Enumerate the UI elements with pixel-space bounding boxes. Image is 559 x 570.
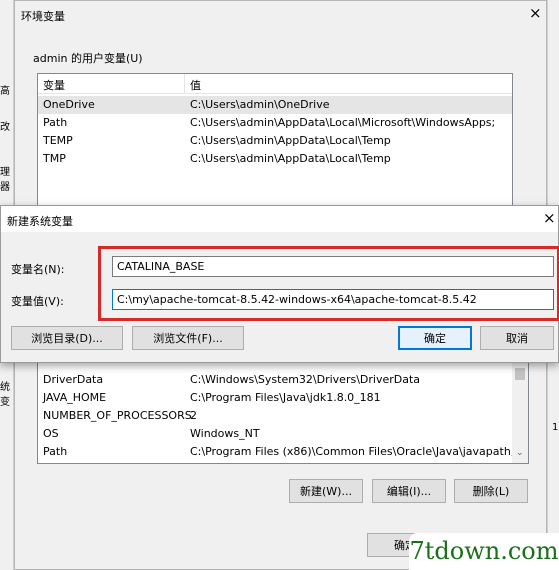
var-name: NUMBER_OF_PROCESSORS — [43, 409, 192, 422]
titlebar: 新建系统变量 × — [1, 206, 558, 232]
browse-directory-button[interactable]: 浏览目录(D)... — [11, 326, 123, 350]
var-value: C:\Users\admin\OneDrive — [190, 98, 330, 111]
var-value: Windows_NT — [190, 427, 260, 440]
user-vars-group-label: admin 的用户变量(U) — [33, 52, 143, 65]
var-name: OneDrive — [43, 98, 95, 111]
clip-text-4: 统变 — [0, 382, 10, 408]
table-row[interactable]: JAVA_HOME C:\Program Files\Java\jdk1.8.0… — [38, 389, 514, 407]
var-name: DriverData — [43, 373, 104, 386]
user-vars-list[interactable]: 变量 值 OneDrive C:\Users\admin\OneDrive Pa… — [37, 73, 513, 211]
scrollbar-thumb[interactable] — [515, 368, 525, 380]
watermark: 7tdown.com — [409, 533, 559, 570]
column-divider — [184, 74, 185, 94]
vertical-scrollbar[interactable]: ⌄ — [512, 354, 528, 463]
table-row[interactable]: OneDrive C:\Users\admin\OneDrive — [38, 96, 512, 114]
dialog-title: 新建系统变量 — [7, 215, 73, 228]
cancel-button[interactable]: 取消 — [480, 326, 554, 350]
var-name: TEMP — [43, 134, 73, 147]
table-row[interactable]: TMP C:\Users\admin\AppData\Local\Temp — [38, 150, 512, 168]
close-icon[interactable]: × — [529, 4, 542, 22]
new-system-variable-dialog: 新建系统变量 × 变量名(N): 变量值(V): CATALINA_BASE C… — [0, 205, 559, 363]
var-name-label: 变量名(N): — [11, 263, 65, 276]
table-row[interactable]: Path C:\Program Files (x86)\Common Files… — [38, 443, 528, 461]
highlight-box — [98, 246, 559, 321]
clip-text-2: 改 — [0, 122, 10, 133]
table-row[interactable]: DriverData C:\Windows\System32\Drivers\D… — [38, 371, 514, 389]
clip-text-1: 高 — [0, 86, 10, 97]
table-row[interactable]: OS Windows_NT — [38, 425, 514, 443]
var-name: Path — [43, 116, 68, 129]
clip-text-3: 理器 — [0, 167, 10, 193]
column-header-variable[interactable]: 变量 — [43, 77, 65, 93]
chevron-down-icon[interactable]: ⌄ — [516, 448, 524, 458]
browse-file-button[interactable]: 浏览文件(F)... — [132, 326, 244, 350]
var-value: 2 — [190, 409, 197, 422]
window-title: 环境变量 — [21, 10, 65, 23]
var-value: C:\Program Files\Java\jdk1.8.0_181 — [190, 391, 381, 404]
column-header-value[interactable]: 值 — [190, 77, 201, 93]
var-name: OS — [43, 427, 59, 440]
clip-text-right: 1 — [552, 422, 559, 433]
close-icon[interactable]: × — [543, 209, 556, 227]
var-name: TMP — [43, 152, 66, 165]
ok-button[interactable]: 确定 — [398, 326, 472, 350]
sys-delete-button[interactable]: 删除(L) — [454, 479, 528, 503]
var-value: C:\Users\admin\AppData\Local\Microsoft\W… — [190, 116, 496, 129]
var-value: C:\Program Files (x86)\Common Files\Orac… — [190, 445, 529, 458]
system-vars-list[interactable]: DriverData C:\Windows\System32\Drivers\D… — [37, 353, 529, 464]
table-row[interactable]: Path C:\Users\admin\AppData\Local\Micros… — [38, 114, 512, 132]
sys-new-button[interactable]: 新建(W)... — [289, 479, 363, 503]
var-value: C:\Users\admin\AppData\Local\Temp — [190, 134, 391, 147]
table-row[interactable]: NUMBER_OF_PROCESSORS 2 — [38, 407, 514, 425]
list-header: 变量 值 — [38, 74, 512, 94]
sys-edit-button[interactable]: 编辑(I)... — [372, 479, 446, 503]
var-value: C:\Users\admin\AppData\Local\Temp — [190, 152, 391, 165]
var-name: Path — [43, 445, 68, 458]
var-name: JAVA_HOME — [43, 391, 107, 404]
var-value: C:\Windows\System32\Drivers\DriverData — [190, 373, 421, 386]
var-value-label: 变量值(V): — [11, 295, 64, 308]
table-row[interactable]: TEMP C:\Users\admin\AppData\Local\Temp — [38, 132, 512, 150]
